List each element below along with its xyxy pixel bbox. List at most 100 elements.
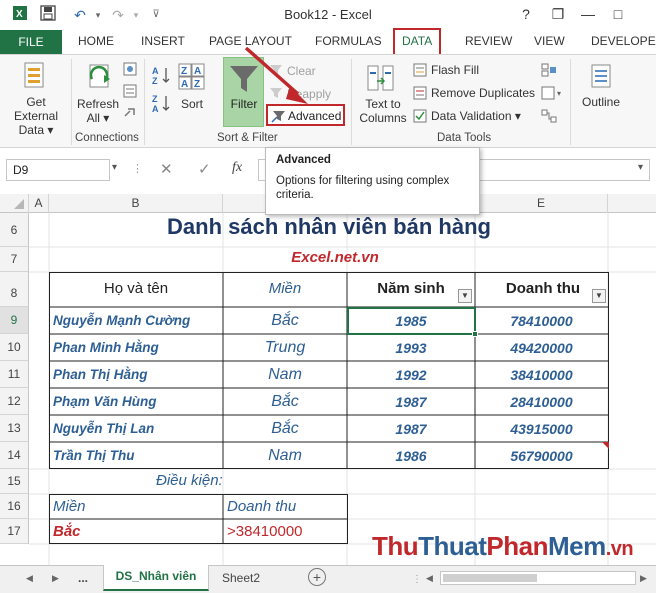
maximize-button[interactable]: □ (608, 4, 628, 24)
expand-formula-bar-icon[interactable]: ▾ (638, 162, 643, 173)
website-text[interactable]: Excel.net.vn (223, 249, 447, 266)
cell-mien-6[interactable]: Nam (223, 447, 347, 465)
refresh-all-button[interactable]: Refresh All ▾ (74, 97, 122, 125)
criteria-value-mien[interactable]: Bắc (53, 523, 81, 540)
properties-icon[interactable] (122, 83, 138, 102)
sheet-tab-ds-nhan-vien[interactable]: DS_Nhân viên (103, 565, 209, 591)
cell-year-4[interactable]: 1987 (347, 394, 475, 410)
row-header-16[interactable]: 16 (0, 494, 29, 519)
cell-year-3[interactable]: 1992 (347, 367, 475, 383)
row-header-6[interactable]: 6 (0, 213, 29, 247)
cell-revenue-6[interactable]: 56790000 (475, 448, 608, 464)
tab-split-handle-icon[interactable]: ⋮ (412, 574, 422, 585)
cell-mien-4[interactable]: Bắc (223, 393, 347, 411)
tab-developer[interactable]: DEVELOPE (591, 34, 656, 48)
row-header-17[interactable]: 17 (0, 519, 29, 544)
cell-name-6[interactable]: Trần Thị Thu (53, 448, 135, 463)
cell-year-5[interactable]: 1987 (347, 421, 475, 437)
select-all-corner[interactable] (0, 194, 29, 213)
tab-view[interactable]: VIEW (534, 34, 565, 48)
fill-handle[interactable] (472, 331, 478, 337)
scrollbar-thumb[interactable] (443, 574, 537, 582)
cell-name-4[interactable]: Phạm Văn Hùng (53, 394, 157, 409)
header-mien[interactable]: Miền (223, 280, 347, 297)
criteria-header-doanh-thu[interactable]: Doanh thu (227, 498, 296, 515)
cell-year-6[interactable]: 1986 (347, 448, 475, 464)
sort-az-icon[interactable]: AZ (151, 65, 171, 88)
cancel-icon[interactable]: ✕ (160, 160, 173, 178)
consolidate-icon[interactable] (541, 63, 557, 80)
data-validation-button[interactable]: Data Validation ▾ (431, 109, 521, 123)
what-if-analysis-icon[interactable]: ▾ (541, 86, 565, 103)
help-button[interactable]: ? (516, 4, 536, 24)
remove-duplicates-button[interactable]: Remove Duplicates (431, 86, 535, 100)
cell-revenue-5[interactable]: 43915000 (475, 421, 608, 437)
row-header-12[interactable]: 12 (0, 388, 29, 415)
row-header-7[interactable]: 7 (0, 247, 29, 272)
row-header-10[interactable]: 10 (0, 334, 29, 361)
outline-button[interactable]: Outline (578, 95, 624, 109)
cell-name-1[interactable]: Nguyễn Mạnh Cường (53, 313, 190, 328)
row-header-15[interactable]: 15 (0, 469, 29, 494)
tab-home[interactable]: HOME (78, 34, 114, 48)
tab-file[interactable]: FILE (0, 30, 62, 54)
ribbon-display-icon[interactable]: ❐ (548, 4, 568, 24)
flash-fill-button[interactable]: Flash Fill (431, 63, 479, 77)
cell-revenue-2[interactable]: 49420000 (475, 340, 608, 356)
scroll-left-icon[interactable]: ◀ (426, 573, 433, 584)
horizontal-scrollbar[interactable] (440, 571, 636, 585)
row-header-8[interactable]: 8 (0, 272, 29, 307)
scroll-right-icon[interactable]: ▶ (640, 573, 647, 584)
cell-revenue-3[interactable]: 38410000 (475, 367, 608, 383)
minimize-button[interactable]: — (578, 4, 598, 24)
column-header-e[interactable]: E (475, 194, 608, 213)
cell-name-5[interactable]: Nguyễn Thị Lan (53, 421, 154, 436)
criteria-label[interactable]: Điều kiện: (156, 472, 223, 489)
sort-button[interactable]: Sort (177, 97, 207, 111)
cell-year-1[interactable]: 1985 (347, 313, 475, 329)
cell-name-3[interactable]: Phan Thị Hằng (53, 367, 148, 382)
filter-dropdown-icon[interactable]: ▼ (458, 289, 472, 303)
header-doanh-thu[interactable]: Doanh thu (475, 280, 611, 297)
criteria-header-mien[interactable]: Miền (53, 498, 86, 515)
cell-revenue-4[interactable]: 28410000 (475, 394, 608, 410)
cell-revenue-1[interactable]: 78410000 (475, 313, 608, 329)
sheet-tab-sheet2[interactable]: Sheet2 (222, 571, 260, 585)
row-header-9[interactable]: 9 (0, 307, 29, 334)
tab-formulas[interactable]: FORMULAS (315, 34, 382, 48)
name-box[interactable]: D9 (6, 159, 110, 181)
get-external-data-button[interactable]: Get External Data ▾ (3, 95, 69, 137)
cell-mien-3[interactable]: Nam (223, 366, 347, 384)
column-header-a[interactable]: A (29, 194, 49, 213)
new-sheet-button[interactable]: + (308, 568, 326, 586)
insert-function-icon[interactable]: fx (232, 160, 242, 176)
edit-links-icon[interactable] (122, 105, 138, 124)
watermark-part-3: Phan (486, 531, 548, 561)
scroll-next-sheet-icon[interactable]: ▶ (52, 573, 59, 584)
scroll-prev-sheet-icon[interactable]: ◀ (26, 573, 33, 584)
tab-review[interactable]: REVIEW (465, 34, 512, 48)
column-header-b[interactable]: B (49, 194, 223, 213)
name-box-dropdown-icon[interactable]: ▾ (112, 162, 117, 173)
filter-dropdown-icon[interactable]: ▼ (592, 289, 606, 303)
row-header-11[interactable]: 11 (0, 361, 29, 388)
text-to-columns-button[interactable]: Text to Columns (354, 97, 412, 125)
enter-icon[interactable]: ✓ (198, 160, 211, 178)
criteria-value-doanh-thu[interactable]: >38410000 (227, 523, 303, 540)
sort-za-icon[interactable]: ZA (151, 93, 171, 116)
header-ho-va-ten[interactable]: Họ và tên (49, 280, 223, 297)
cell-mien-1[interactable]: Bắc (223, 312, 347, 330)
tab-data[interactable]: DATA (393, 28, 442, 56)
more-sheets-button[interactable]: ... (78, 571, 88, 585)
connections-icon[interactable] (122, 61, 138, 80)
cell-year-2[interactable]: 1993 (347, 340, 475, 356)
sheet-title[interactable]: Danh sách nhân viên bán hàng (49, 214, 609, 240)
cell-mien-2[interactable]: Trung (223, 339, 347, 357)
relationships-icon[interactable] (541, 109, 557, 126)
cell-name-2[interactable]: Phan Minh Hằng (53, 340, 159, 355)
row-header-13[interactable]: 13 (0, 415, 29, 442)
header-nam-sinh[interactable]: Năm sinh (347, 280, 475, 297)
cell-mien-5[interactable]: Bắc (223, 420, 347, 438)
row-header-14[interactable]: 14 (0, 442, 29, 469)
tab-insert[interactable]: INSERT (141, 34, 185, 48)
